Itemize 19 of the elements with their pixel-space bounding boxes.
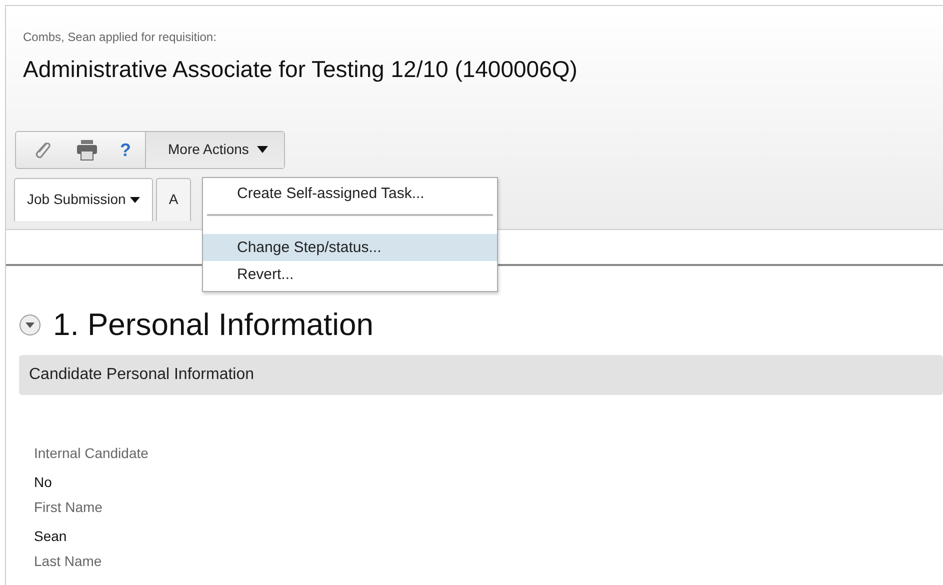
field-label: Last Name: [34, 552, 103, 570]
page-title: Administrative Associate for Testing 12/10 (1400006Q): [23, 55, 578, 84]
field-value: No: [34, 472, 53, 492]
help-icon[interactable]: ?: [106, 140, 145, 158]
tab[interactable]: A: [156, 178, 192, 220]
field-value: Sean: [34, 526, 68, 546]
menu-item[interactable]: Change Step/status...: [203, 234, 497, 261]
field-label: First Name: [34, 498, 104, 516]
more-actions-button[interactable]: More Actions: [145, 132, 284, 168]
menu-item[interactable]: Create Self-assigned Task...: [203, 180, 497, 208]
menu-item[interactable]: Revert...: [203, 261, 497, 288]
section-title: 1. Personal Information: [53, 306, 374, 344]
subtitle: Combs, Sean applied for requisition:: [23, 29, 218, 46]
caret-icon: [256, 146, 268, 153]
subsection-bar: Candidate Personal Information: [19, 354, 943, 394]
collapse-toggle-icon[interactable]: [19, 314, 41, 336]
caret-icon: [130, 196, 140, 202]
field-label: Internal Candidate: [34, 444, 150, 462]
tab[interactable]: Job Submission: [14, 178, 153, 220]
